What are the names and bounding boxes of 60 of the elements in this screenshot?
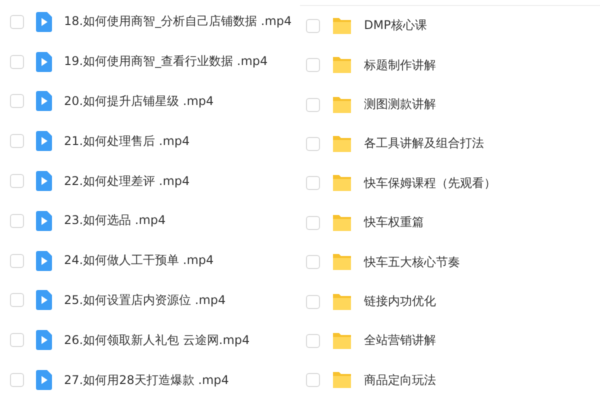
folder-icon: [332, 134, 352, 153]
folder-icon: [332, 253, 352, 272]
folder-icon: [332, 96, 352, 114]
checkbox[interactable]: [10, 214, 24, 228]
checkbox[interactable]: [306, 18, 320, 33]
video-file-icon: [36, 91, 52, 112]
checkbox[interactable]: [10, 373, 24, 388]
checkbox[interactable]: [10, 333, 24, 348]
checkbox[interactable]: [10, 54, 24, 69]
video-file-icon: [36, 210, 52, 231]
video-file-icon: [36, 52, 52, 72]
folder-icon: [332, 56, 352, 74]
checkbox[interactable]: [10, 174, 24, 188]
video-file-icon: [36, 12, 52, 32]
file-name[interactable]: 23.如何选品 .mp4: [64, 212, 166, 230]
video-file-icon: [36, 290, 52, 310]
folder-name[interactable]: 链接内功优化: [364, 293, 436, 310]
video-file-icon: [36, 131, 52, 152]
file-name[interactable]: 25.如何设置店内资源位 .mp4: [64, 292, 226, 309]
folder-name[interactable]: 标题制作讲解: [364, 56, 436, 74]
file-name[interactable]: 20.如何提升店铺星级 .mp4: [64, 92, 214, 110]
video-file-icon: [36, 370, 52, 390]
file-name[interactable]: 18.如何使用商智_分析自己店铺数据 .mp4: [64, 13, 292, 30]
folder-icon: [332, 292, 352, 311]
checkbox[interactable]: [306, 255, 320, 270]
file-name[interactable]: 27.如何用28天打造爆款 .mp4: [64, 372, 229, 389]
checkbox[interactable]: [306, 98, 320, 112]
checkbox[interactable]: [306, 373, 320, 388]
folder-name[interactable]: 商品定向玩法: [364, 372, 436, 389]
video-file-icon: [36, 250, 52, 271]
folder-name[interactable]: DMP核心课: [364, 17, 427, 34]
file-name[interactable]: 22.如何处理差评 .mp4: [64, 172, 190, 190]
folder-icon: [332, 16, 352, 35]
checkbox[interactable]: [10, 293, 24, 308]
folder-name[interactable]: 各工具讲解及组合打法: [364, 135, 484, 152]
checkbox[interactable]: [10, 254, 24, 268]
checkbox[interactable]: [306, 58, 320, 72]
file-name[interactable]: 24.如何做人工干预单 .mp4: [64, 252, 214, 270]
folder-icon: [332, 174, 352, 192]
checkbox[interactable]: [306, 136, 320, 151]
folder-icon: [332, 371, 352, 390]
checkbox[interactable]: [306, 334, 320, 348]
folder-name[interactable]: 测图测款讲解: [364, 96, 436, 114]
checkbox[interactable]: [306, 294, 320, 309]
video-file-icon: [36, 330, 52, 350]
checkbox[interactable]: [10, 14, 24, 29]
file-name[interactable]: 21.如何处理售后 .mp4: [64, 132, 190, 150]
folder-icon: [332, 332, 352, 350]
checkbox[interactable]: [306, 176, 320, 190]
folder-name[interactable]: 快车五大核心节奏: [364, 254, 460, 271]
checkbox[interactable]: [10, 94, 24, 108]
video-file-icon: [36, 171, 52, 192]
folder-icon: [332, 214, 352, 232]
checkbox[interactable]: [306, 216, 320, 230]
folder-name[interactable]: 全站营销讲解: [364, 332, 436, 350]
checkbox[interactable]: [10, 134, 24, 148]
folder-name[interactable]: 快车权重篇: [364, 214, 424, 232]
file-name[interactable]: 19.如何使用商智_查看行业数据 .mp4: [64, 53, 268, 70]
folder-name[interactable]: 快车保姆课程（先观看）: [364, 174, 496, 192]
file-name[interactable]: 26.如何领取新人礼包 云途网.mp4: [64, 332, 250, 349]
